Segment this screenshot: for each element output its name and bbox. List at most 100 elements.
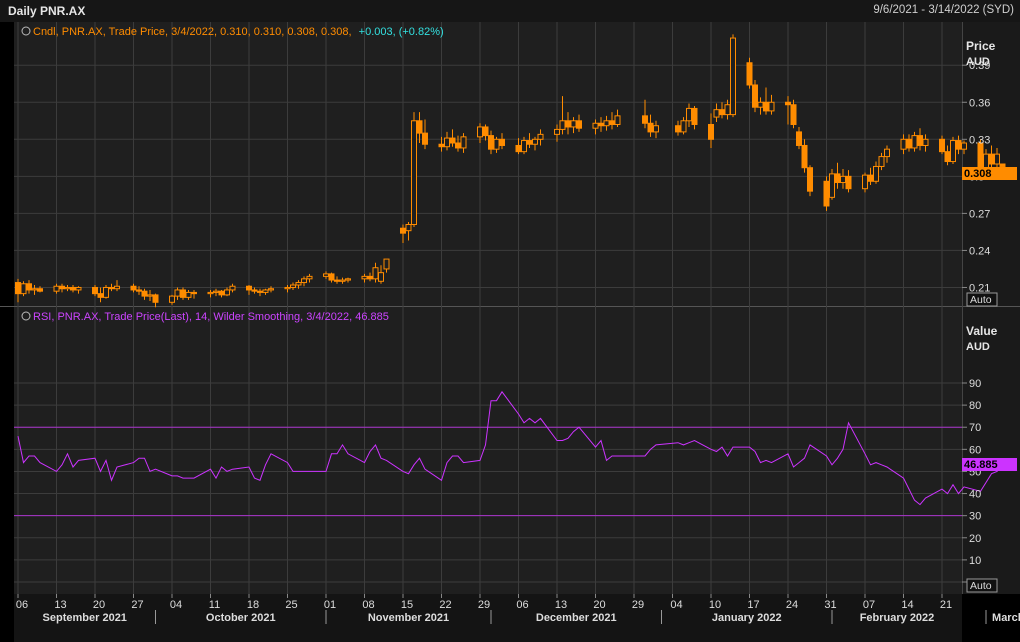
candle[interactable] <box>999 163 1006 167</box>
candle-body-up <box>768 101 775 112</box>
rsi-tick-label: 40 <box>969 489 981 501</box>
price-change: +0.003, (+0.82%) <box>359 26 444 38</box>
x-day-label: 15 <box>401 599 413 611</box>
x-day-label: 13 <box>54 599 66 611</box>
rsi-tick-label: 60 <box>969 444 981 456</box>
x-day-label: 31 <box>824 599 836 611</box>
candle-body-up <box>460 136 467 149</box>
candle-body-down <box>180 289 186 298</box>
candle-body-up <box>339 279 346 282</box>
candle[interactable] <box>752 80 758 113</box>
candle-body-down <box>191 291 197 295</box>
candle-body-down <box>526 140 533 145</box>
candle-body-down <box>136 289 142 292</box>
candle-body-down <box>691 107 698 125</box>
candle-body-up <box>103 286 109 298</box>
price-last-label: 0.308 <box>964 168 992 180</box>
candle[interactable] <box>829 168 835 200</box>
candle-body-down <box>576 120 582 129</box>
candle[interactable] <box>950 136 956 164</box>
candle-body-down <box>152 294 159 303</box>
rsi-tick-label: 90 <box>969 378 981 390</box>
candle-body-down <box>807 167 813 192</box>
candle-body-down <box>257 290 263 293</box>
candle[interactable] <box>20 281 27 297</box>
x-day-label: 04 <box>170 599 182 611</box>
candle-body-down <box>15 282 21 295</box>
candle-body-down <box>565 120 571 128</box>
candle-body-down <box>92 286 98 295</box>
candle-body-up <box>147 294 153 297</box>
candle-body-down <box>37 288 43 292</box>
candle-body-down <box>867 174 874 182</box>
candle-body-down <box>515 144 522 153</box>
x-day-label: 01 <box>324 599 336 611</box>
candle-body-down <box>59 285 65 290</box>
candle[interactable] <box>730 34 736 118</box>
x-day-label: 10 <box>709 599 721 611</box>
x-day-label: 22 <box>439 599 451 611</box>
x-day-label: 17 <box>747 599 759 611</box>
candle-body-up <box>169 295 175 303</box>
candle-body-down <box>422 132 428 145</box>
x-day-label: 21 <box>940 599 952 611</box>
rsi-panel[interactable] <box>14 307 962 594</box>
x-month-label: February 2022 <box>860 612 935 624</box>
rsi-legend: RSI, PNR.AX, Trade Price(Last), 14, Wild… <box>33 311 389 323</box>
candle-body-up <box>713 109 720 118</box>
candle-body-down <box>955 140 962 150</box>
candle-body-down <box>218 290 225 296</box>
candle[interactable] <box>103 285 109 299</box>
candle-body-down <box>796 131 802 146</box>
candle-body-down <box>449 137 456 144</box>
candle-body-up <box>268 288 274 291</box>
candle-body-down <box>609 120 615 125</box>
price-tick-label: 0.24 <box>969 245 990 257</box>
candle-body-down <box>488 135 494 150</box>
candle-body-up <box>372 267 379 280</box>
x-day-label: 06 <box>16 599 28 611</box>
candle[interactable] <box>746 57 753 89</box>
candle-body-up <box>653 125 659 133</box>
candle-body-down <box>801 144 808 169</box>
x-day-label: 06 <box>516 599 528 611</box>
candle-body-up <box>730 37 736 116</box>
candle-body-down <box>999 163 1006 167</box>
candle-body-down <box>328 273 335 281</box>
x-day-label: 11 <box>209 599 220 611</box>
candle[interactable] <box>823 176 830 211</box>
candle-body-up <box>950 140 956 163</box>
candle[interactable] <box>807 165 813 197</box>
candle-body-up <box>405 224 412 232</box>
candle-body-up <box>477 126 483 138</box>
candle-body-up <box>559 120 566 130</box>
candle-body-up <box>64 286 71 290</box>
candle-body-down <box>763 101 769 112</box>
candle-body-up <box>207 291 214 295</box>
price-axis-unit: AUD <box>966 56 990 68</box>
candle-body-down <box>845 175 852 190</box>
candle-body-down <box>675 125 681 133</box>
candle-body-up <box>361 275 368 280</box>
candle-body-down <box>719 109 725 116</box>
candle-body-down <box>130 285 137 291</box>
candle-body-down <box>26 283 32 291</box>
candle-body-up <box>53 285 60 292</box>
price-legend: Cndl, PNR.AX, Trade Price, 3/4/2022, 0.3… <box>33 26 352 38</box>
candle-body-up <box>592 122 599 129</box>
candle-body-down <box>823 180 830 207</box>
candle-body-up <box>884 148 890 158</box>
candle-body-up <box>20 283 27 295</box>
candle-body-up <box>961 142 967 150</box>
svg-text:Cndl, PNR.AX, Trade Price, 3/4: Cndl, PNR.AX, Trade Price, 3/4/2022, 0.3… <box>33 26 444 38</box>
price-panel[interactable] <box>14 22 962 306</box>
candle-body-up <box>345 278 351 281</box>
candle-body-up <box>262 289 269 293</box>
chart-canvas[interactable]: 0.390.360.330.30.270.240.219080706050403… <box>0 0 1020 642</box>
x-day-label: 29 <box>478 599 490 611</box>
candle-body-up <box>840 175 846 184</box>
candle-body-up <box>224 289 230 296</box>
candle-body-up <box>213 290 219 293</box>
candle[interactable] <box>411 112 417 227</box>
x-day-label: 27 <box>131 599 143 611</box>
